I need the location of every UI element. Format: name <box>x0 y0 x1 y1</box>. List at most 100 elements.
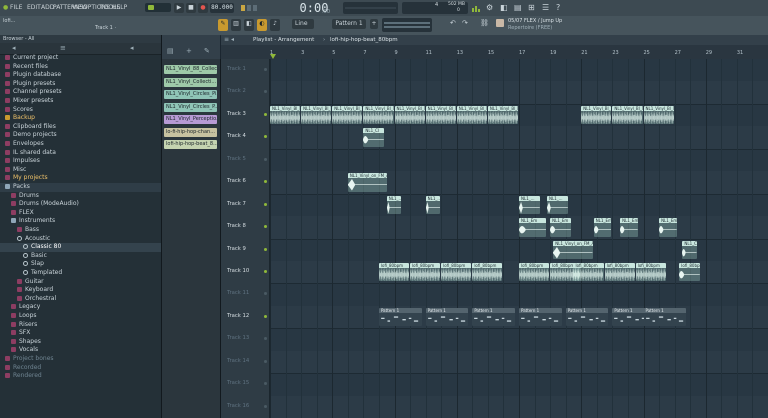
pattern-clip[interactable]: Pattern 1 <box>643 307 687 327</box>
audio-clip[interactable]: NL1_Vinyl_Bl_lon_Piano_lon <box>425 105 456 125</box>
playlist-timeline-ruler[interactable]: 1 3 5 7 9 11 13 15 17 19 21 23 25 27 29 31 <box>221 45 768 59</box>
play-button[interactable]: ▶ <box>174 3 184 13</box>
track-mute-led[interactable] <box>264 292 267 296</box>
browser-item[interactable]: Bass <box>0 226 161 235</box>
pattern-clip[interactable]: Pattern 1 <box>472 307 515 327</box>
browser-item[interactable]: Current project <box>0 54 161 63</box>
audio-clip[interactable]: lofi_80bpm <box>410 262 441 282</box>
audio-clip[interactable]: NL1_... <box>425 195 441 215</box>
browser-item[interactable]: Impulses <box>0 157 161 166</box>
tool-magnet-icon[interactable]: ◐ <box>257 19 267 31</box>
browser-item[interactable]: Drums (ModeAudio) <box>0 200 161 209</box>
track-mute-led[interactable] <box>264 404 267 408</box>
browser-item[interactable]: Scores <box>0 106 161 115</box>
track-mute-led[interactable] <box>264 337 267 341</box>
track-mute-led[interactable] <box>264 382 267 386</box>
link-icon[interactable]: ⛓ <box>480 19 489 27</box>
menu-item[interactable]: EDIT <box>27 4 41 11</box>
track-name[interactable]: Track 2 <box>227 88 246 94</box>
stop-button[interactable]: ■ <box>186 3 196 13</box>
track-name[interactable]: Track 9 <box>227 246 246 252</box>
piano-roll-window-icon[interactable]: ◧ <box>500 3 508 12</box>
audio-clip[interactable]: lofi_80bpm <box>635 262 666 282</box>
browser-item[interactable]: Guitar <box>0 278 161 287</box>
audio-clip[interactable]: NL1_Vinyl_Bl_lon_Piano_lon <box>301 105 332 125</box>
channel-rack-window-icon[interactable]: ▤ <box>514 3 522 12</box>
track-mute-led[interactable] <box>264 225 267 229</box>
track-name[interactable]: Track 16 <box>227 403 249 409</box>
tempo-display[interactable]: 80.000 <box>210 3 234 13</box>
clip-source-item[interactable]: NL1_Vinyl_Circles_P... <box>164 102 217 112</box>
audio-clip[interactable]: NL1_Em <box>550 218 571 237</box>
audio-clip[interactable]: NL1_Vinyl_Bl_lon_Piano_lon <box>332 105 363 125</box>
metronome-icon[interactable] <box>240 3 258 13</box>
pattern-clip[interactable]: Pattern 1 <box>565 307 609 327</box>
browser-item[interactable]: FLEX <box>0 209 161 218</box>
audio-clip[interactable]: NL1_Vinyl_Bl_lon_Piano_lon <box>394 105 425 125</box>
audio-clip[interactable]: lofi_80bpm <box>472 262 503 282</box>
audio-clip[interactable]: NL1_Vinyl_Bl_lon_Piano_lon <box>456 105 487 125</box>
browser-item[interactable]: Basic <box>0 252 161 261</box>
undo-icon[interactable]: ↶ <box>450 19 456 27</box>
track-name[interactable]: Track 4 <box>227 133 246 139</box>
track-mute-led[interactable] <box>264 359 267 363</box>
track-name[interactable]: Track 6 <box>227 178 246 184</box>
pattern-clip[interactable]: Pattern 1 <box>425 307 469 327</box>
fl-logo[interactable]: ● <box>3 4 8 11</box>
browser-item[interactable]: Drums <box>0 192 161 201</box>
browser-item[interactable]: Plugin presets <box>0 80 161 89</box>
browser-item[interactable]: Clipboard files <box>0 123 161 132</box>
track-name[interactable]: Track 5 <box>227 156 246 162</box>
tool-slice-button[interactable]: ◧ <box>244 19 254 31</box>
track-name[interactable]: Track 8 <box>227 223 246 229</box>
track-name[interactable]: Track 13 <box>227 335 249 341</box>
menu-item[interactable]: FILE <box>10 4 22 11</box>
news-title[interactable]: 05/07 FLEX / Jump Up <box>508 18 562 24</box>
browser-item[interactable]: Recorded <box>0 364 161 373</box>
record-button[interactable]: ● <box>198 3 208 13</box>
audio-clip[interactable]: NL1_Vinyl_on_FM_Am <box>347 173 388 192</box>
audio-clip[interactable]: lofi_80bpm <box>441 262 472 282</box>
browser-item[interactable]: Project bones <box>0 355 161 364</box>
browser-back-icon[interactable]: ◂ <box>12 44 16 52</box>
audio-clip[interactable]: lofi_80bpm <box>604 262 635 282</box>
menu-item[interactable]: HELP <box>112 4 127 11</box>
track-mute-led[interactable] <box>264 202 267 206</box>
audio-clip[interactable]: NL1_... <box>547 195 568 215</box>
audio-clip[interactable]: NL1_Em <box>620 218 638 237</box>
playlist-grid[interactable]: NL1_Vinyl_Bl_lon_Piano_lonNL1_Vinyl_Bl_l… <box>270 59 768 418</box>
audio-clip[interactable]: NL1_Cl <box>363 128 385 147</box>
browser-collapse-icon[interactable]: ≡ <box>60 44 66 52</box>
browser-item[interactable]: Demo projects <box>0 131 161 140</box>
master-volume-strip[interactable] <box>382 18 432 32</box>
audio-clip[interactable]: NL1_Vinyl_Bl_lon_Piano_lon <box>487 105 518 125</box>
audio-clip[interactable]: lofi_80bpm <box>519 262 550 282</box>
track-mute-led[interactable] <box>264 112 267 116</box>
browser-item[interactable]: Rendered <box>0 372 161 381</box>
browser-item[interactable]: Mixer presets <box>0 97 161 106</box>
audio-clip[interactable]: NL1_... <box>386 195 402 215</box>
audio-clip[interactable]: NL1_Em <box>519 218 546 237</box>
audio-clip[interactable]: lofi_80bpm <box>573 262 604 282</box>
track-name[interactable]: Track 14 <box>227 358 249 364</box>
audio-clip[interactable]: NL1_Vinyl_Bl_lon_Piano_lon <box>612 105 643 125</box>
browser-item[interactable]: Plugin database <box>0 71 161 80</box>
playlist-nav-icon[interactable]: ◂ <box>231 36 234 43</box>
browser-item[interactable]: Templated <box>0 269 161 278</box>
audio-clip[interactable]: NL1_Vinyl_Bl_lon_Piano_lon <box>643 105 674 125</box>
browser-item[interactable]: My projects <box>0 174 161 183</box>
track-name[interactable]: Track 7 <box>227 201 246 207</box>
browser-item[interactable]: Classic 80 <box>0 243 161 252</box>
clip-source-item[interactable]: lo-fi-hip-hop-chan... <box>164 127 217 137</box>
browser-item[interactable]: Backup <box>0 114 161 123</box>
browser-search-icon[interactable]: ◂ <box>130 44 134 52</box>
audio-clip[interactable]: NL1_Vinyl_Bl_lon_Piano_lon <box>581 105 612 125</box>
browser-item[interactable]: Acoustic <box>0 235 161 244</box>
tool-mute-button[interactable]: ♪ <box>270 19 280 31</box>
browser-item[interactable]: Channel presets <box>0 88 161 97</box>
browser-item[interactable]: Instruments <box>0 217 161 226</box>
track-name[interactable]: Track 12 <box>227 313 249 319</box>
browser-item[interactable]: Risers <box>0 321 161 330</box>
track-name[interactable]: Track 15 <box>227 380 249 386</box>
audio-clip[interactable]: NL1_Em <box>593 218 612 237</box>
